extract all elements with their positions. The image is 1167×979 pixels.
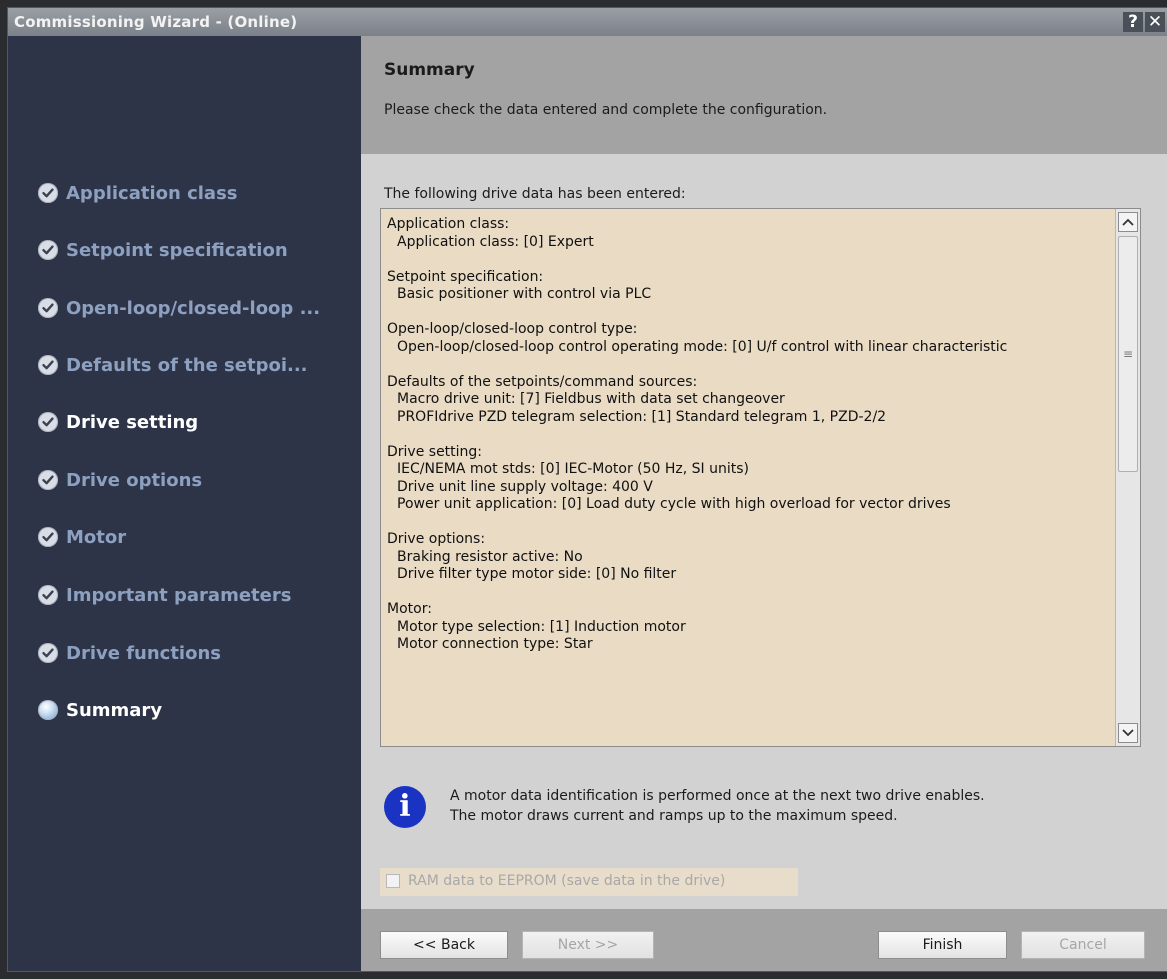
scroll-down-button[interactable] — [1118, 723, 1138, 743]
page-header: Summary Please check the data entered an… — [361, 36, 1167, 154]
close-button[interactable]: ✕ — [1145, 12, 1165, 32]
step-motor[interactable]: Motor — [38, 522, 126, 552]
window-title: Commissioning Wizard - (Online) — [14, 13, 298, 31]
summary-textbox[interactable]: Application class: Application class: [0… — [380, 208, 1141, 747]
ram-to-eeprom-option: RAM data to EEPROM (save data in the dri… — [380, 868, 798, 896]
commissioning-wizard-window: Commissioning Wizard - (Online) ? ✕ Appl… — [8, 8, 1167, 971]
check-circle-icon — [38, 412, 58, 432]
step-defaults-setpoints[interactable]: Defaults of the setpoi... — [38, 350, 308, 380]
summary-line: Drive unit line supply voltage: 400 V — [397, 478, 653, 495]
summary-line: Open-loop/closed-loop control operating … — [397, 338, 1008, 355]
check-circle-icon — [38, 470, 58, 490]
summary-line: IEC/NEMA mot stds: [0] IEC-Motor (50 Hz,… — [397, 461, 750, 477]
step-label: Drive functions — [66, 642, 221, 664]
summary-section-heading: Drive options: — [387, 531, 486, 547]
check-circle-icon — [38, 585, 58, 605]
step-application-class[interactable]: Application class — [38, 178, 238, 208]
summary-line: PROFIdrive PZD telegram selection: [1] S… — [397, 408, 887, 425]
summary-line: Macro drive unit: [7] Fieldbus with data… — [397, 391, 785, 407]
summary-section-heading: Drive setting: — [387, 443, 483, 460]
summary-section-heading: Motor: — [387, 601, 432, 617]
step-open-closed-loop[interactable]: Open-loop/closed-loop ... — [38, 293, 320, 323]
step-summary[interactable]: Summary — [38, 695, 162, 725]
step-drive-options[interactable]: Drive options — [38, 465, 202, 495]
summary-intro: The following drive data has been entere… — [384, 186, 686, 202]
summary-section-heading: Open-loop/closed-loop control type: — [387, 321, 638, 337]
page-description: Please check the data entered and comple… — [384, 102, 828, 118]
step-label: Setpoint specification — [66, 239, 288, 261]
summary-scrollbar[interactable]: ≡ — [1115, 209, 1140, 746]
current-step-icon — [38, 700, 58, 720]
chevron-down-icon — [1122, 729, 1134, 737]
page-title: Summary — [384, 60, 475, 80]
step-label: Drive setting — [66, 411, 199, 433]
step-drive-functions[interactable]: Drive functions — [38, 638, 221, 668]
finish-button[interactable]: Finish — [878, 931, 1007, 959]
wizard-footer: << Back Next >> Finish Cancel — [361, 909, 1167, 971]
check-circle-icon — [38, 355, 58, 375]
info-text-line1: A motor data identification is performed… — [450, 788, 985, 804]
summary-section-heading: Setpoint specification: — [387, 268, 544, 285]
chevron-up-icon — [1122, 218, 1134, 226]
ram-to-eeprom-checkbox[interactable] — [386, 874, 400, 888]
help-button[interactable]: ? — [1123, 12, 1143, 32]
check-circle-icon — [38, 298, 58, 318]
step-label: Motor — [66, 526, 127, 548]
check-circle-icon — [38, 240, 58, 260]
title-bar: Commissioning Wizard - (Online) ? ✕ — [8, 8, 1167, 36]
summary-section-heading: Defaults of the setpoints/command source… — [387, 373, 698, 390]
summary-line: Braking resistor active: No — [397, 548, 583, 565]
step-label: Defaults of the setpoi... — [66, 354, 308, 376]
motor-identification-info: i A motor data identification is perform… — [384, 784, 1144, 832]
cancel-button[interactable]: Cancel — [1021, 931, 1145, 959]
step-label: Application class — [66, 182, 238, 204]
scroll-up-button[interactable] — [1118, 212, 1138, 232]
back-button[interactable]: << Back — [380, 931, 508, 959]
summary-line: Application class: [0] Expert — [397, 233, 594, 250]
step-label: Important parameters — [66, 584, 292, 606]
info-icon: i — [384, 786, 426, 828]
summary-line: Drive filter type motor side: [0] No fil… — [397, 566, 677, 582]
step-setpoint-specification[interactable]: Setpoint specification — [38, 235, 288, 265]
summary-line: Motor type selection: [1] Induction moto… — [397, 618, 686, 635]
wizard-steps-sidebar: Application class Setpoint specification… — [8, 36, 361, 971]
step-label: Summary — [66, 699, 163, 721]
step-important-parameters[interactable]: Important parameters — [38, 580, 291, 610]
step-label: Open-loop/closed-loop ... — [66, 297, 321, 319]
summary-section-heading: Application class: — [387, 216, 510, 232]
summary-line: Power unit application: [0] Load duty cy… — [397, 496, 951, 512]
summary-line: Motor connection type: Star — [397, 636, 593, 652]
next-button[interactable]: Next >> — [522, 931, 654, 959]
summary-content: Application class: Application class: [0… — [387, 216, 1107, 743]
scroll-thumb[interactable]: ≡ — [1118, 236, 1138, 472]
info-text-line2: The motor draws current and ramps up to … — [450, 808, 898, 824]
main-content: The following drive data has been entere… — [361, 154, 1167, 909]
step-label: Drive options — [66, 469, 203, 491]
check-circle-icon — [38, 183, 58, 203]
check-circle-icon — [38, 643, 58, 663]
summary-line: Basic positioner with control via PLC — [397, 286, 652, 302]
step-drive-setting[interactable]: Drive setting — [38, 407, 198, 437]
ram-to-eeprom-label: RAM data to EEPROM (save data in the dri… — [408, 873, 726, 889]
check-circle-icon — [38, 527, 58, 547]
